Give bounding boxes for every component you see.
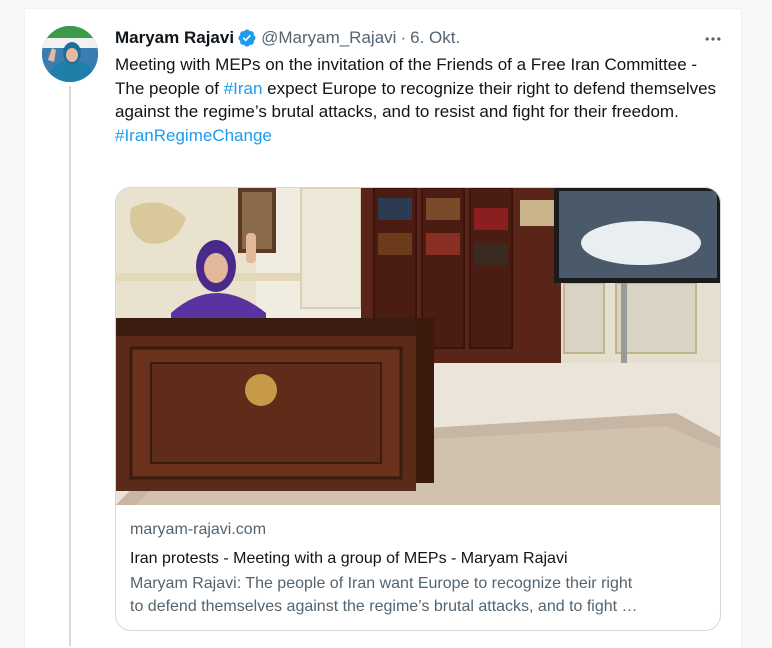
card-description-line2: to defend themselves against the regime’…	[130, 597, 638, 615]
link-preview-card[interactable]: maryam-rajavi.com Iran protests - Meetin…	[115, 187, 721, 631]
tweet-header: Maryam Rajavi @Maryam_Rajavi · 6. Okt.	[115, 27, 460, 49]
verified-badge-icon	[238, 29, 256, 47]
author-handle[interactable]: @Maryam_Rajavi	[261, 27, 396, 49]
hashtag-iranregimechange-link[interactable]: #IranRegimeChange	[115, 126, 272, 145]
author-display-name[interactable]: Maryam Rajavi	[115, 27, 234, 49]
tweet-article[interactable]: Maryam Rajavi @Maryam_Rajavi · 6. Okt. M…	[24, 8, 742, 648]
avatar-image	[42, 26, 98, 82]
more-horizontal-icon	[705, 37, 721, 41]
card-description: Maryam Rajavi: The people of Iran want E…	[130, 573, 708, 618]
more-options-button[interactable]	[699, 27, 727, 51]
tweet-text: Meeting with MEPs on the invitation of t…	[115, 53, 725, 147]
card-description-line1: Maryam Rajavi: The people of Iran want E…	[130, 575, 633, 592]
card-title: Iran protests - Meeting with a group of …	[130, 550, 568, 567]
hashtag-iran-link[interactable]: #Iran	[224, 79, 263, 98]
header-separator: ·	[400, 28, 407, 47]
card-meta: maryam-rajavi.com Iran protests - Meetin…	[116, 505, 720, 618]
tweet-date[interactable]: 6. Okt.	[410, 27, 460, 49]
thread-line	[69, 86, 71, 646]
author-avatar[interactable]	[42, 26, 98, 82]
card-domain: maryam-rajavi.com	[130, 521, 267, 538]
card-image	[116, 188, 720, 505]
